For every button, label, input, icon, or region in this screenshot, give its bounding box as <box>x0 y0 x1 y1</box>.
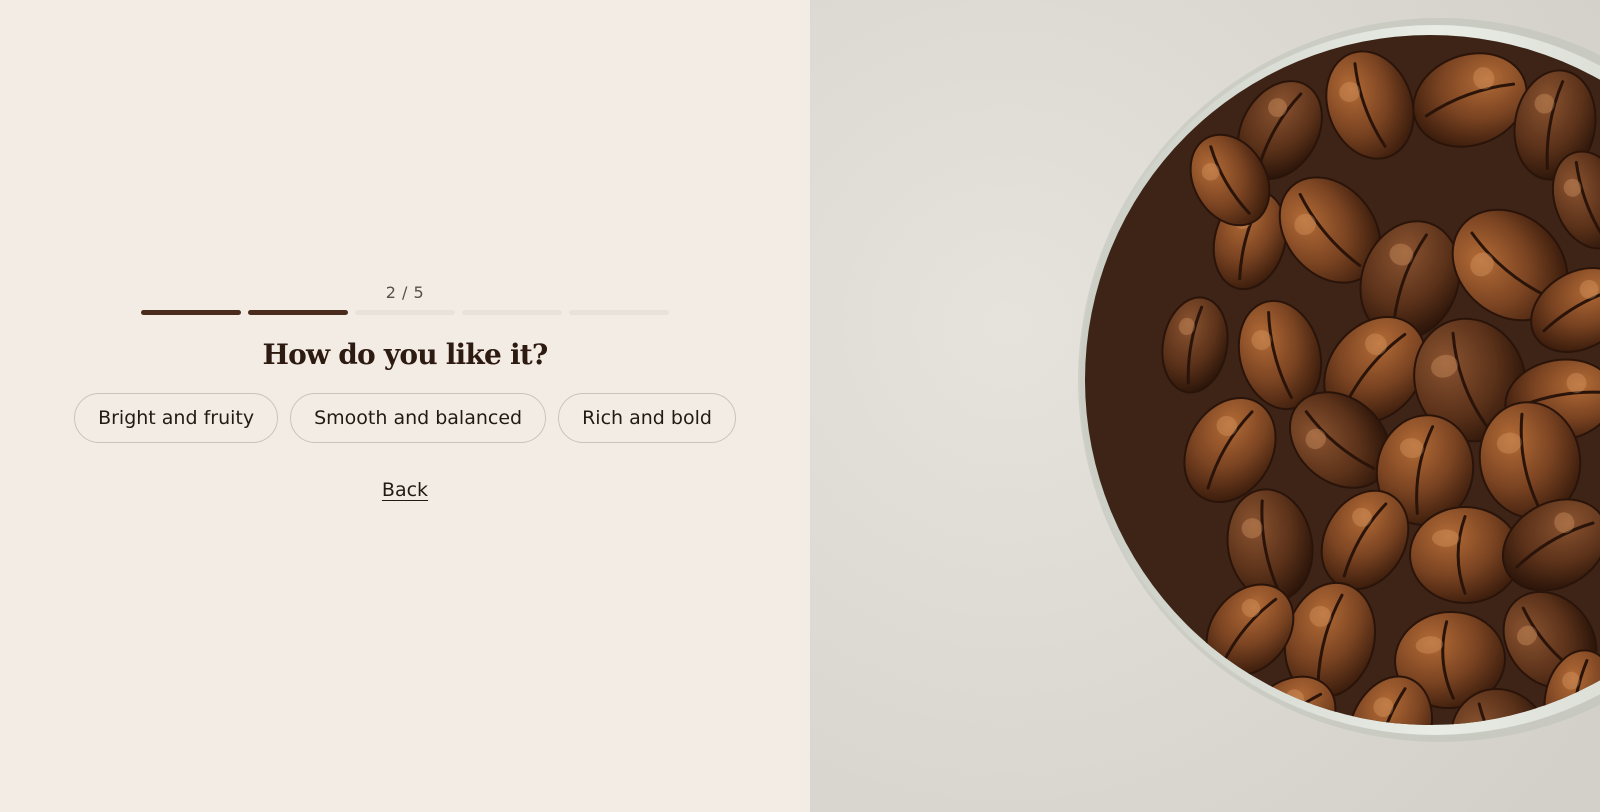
answer-options: Bright and fruity Smooth and balanced Ri… <box>74 393 736 443</box>
progress-segment <box>141 310 241 315</box>
option-smooth-and-balanced-button[interactable]: Smooth and balanced <box>290 393 547 443</box>
progress-bar <box>141 310 669 315</box>
back-link[interactable]: Back <box>382 479 428 501</box>
question-heading: How do you like it? <box>262 338 548 371</box>
quiz-step: 2 / 5 How do you like it? Bright and fru… <box>0 282 810 501</box>
progress-segment <box>355 310 455 315</box>
progress-segment <box>569 310 669 315</box>
option-rich-and-bold-button[interactable]: Rich and bold <box>558 393 736 443</box>
hero-image <box>810 0 1600 812</box>
progress-segment <box>462 310 562 315</box>
coffee-beans-in-cup-photo <box>810 0 1600 812</box>
progress-segment <box>248 310 348 315</box>
quiz-panel: 2 / 5 How do you like it? Bright and fru… <box>0 0 810 812</box>
option-bright-and-fruity-button[interactable]: Bright and fruity <box>74 393 279 443</box>
step-counter: 2 / 5 <box>385 283 425 302</box>
